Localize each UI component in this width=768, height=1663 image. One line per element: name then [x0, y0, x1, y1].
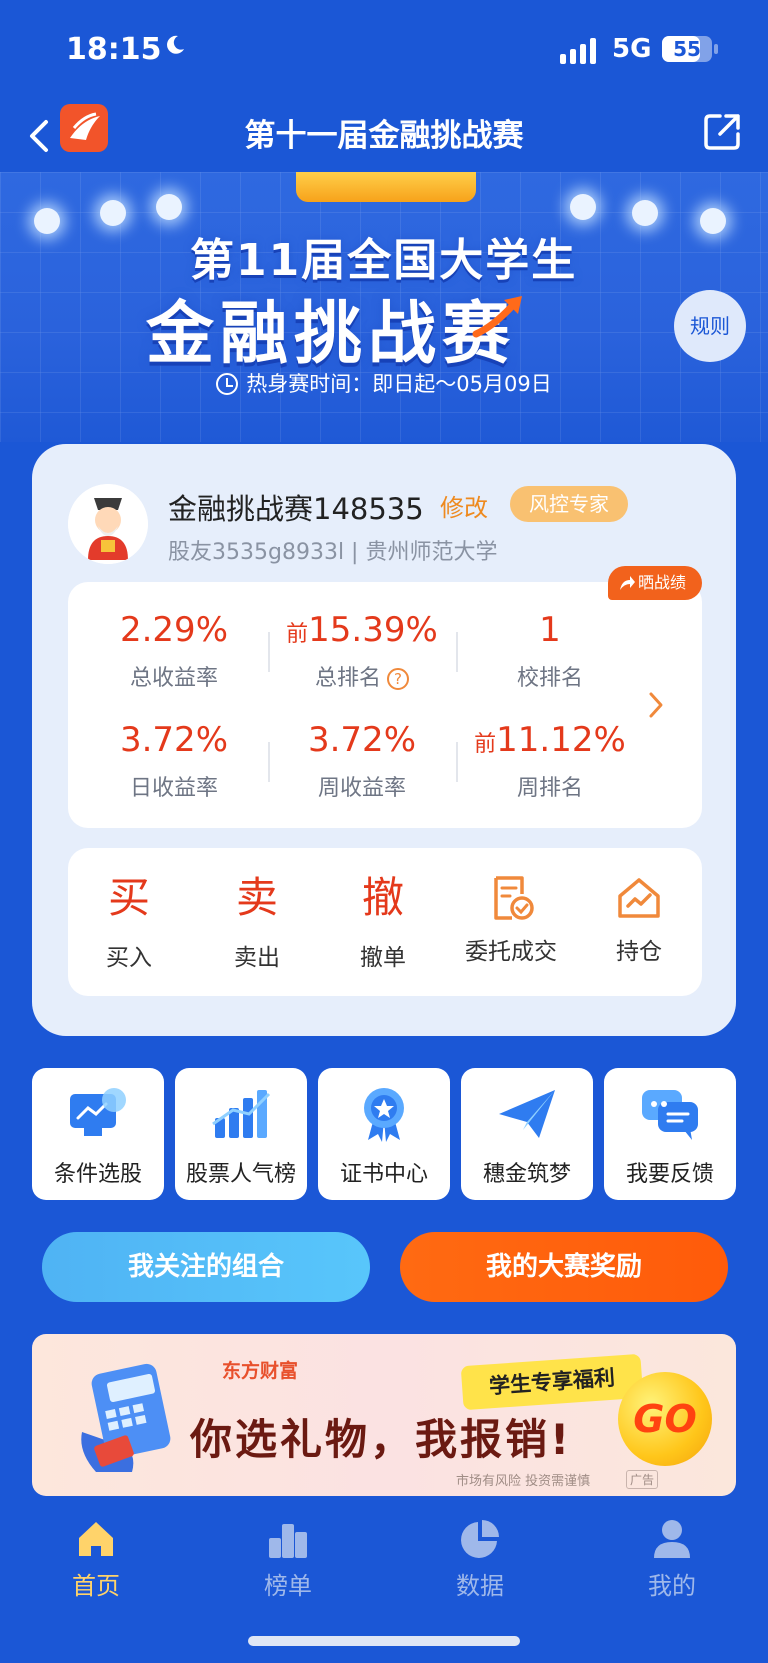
ad-go-button[interactable]: GO [618, 1372, 712, 1466]
status-time: 18:15 [66, 32, 162, 67]
school-rank-label: 校排名 [516, 666, 583, 691]
battery-level: 55 [673, 37, 701, 61]
tool-label: 证书中心 [339, 1162, 428, 1187]
chevron-right-icon[interactable] [648, 690, 664, 720]
house-chart-icon [618, 878, 660, 918]
signal-icon [560, 38, 596, 64]
holdings-button[interactable]: 持仓 [576, 870, 702, 966]
rising-arrow-icon [472, 296, 522, 338]
tool-feedback[interactable]: 我要反馈 [604, 1068, 736, 1200]
school-rank-value: 1 [539, 610, 561, 650]
tab-rankings[interactable]: 榜单 [228, 1518, 348, 1601]
chat-bubble-icon [642, 1090, 698, 1140]
orders-button[interactable]: 委托成交 [448, 870, 574, 966]
daily-return-label: 日收益率 [129, 776, 218, 801]
weekly-rank-number: 11.12% [496, 720, 626, 760]
ad-label: 广告 [626, 1470, 659, 1489]
weekly-rank-prefix: 前 [474, 732, 497, 757]
contest-rewards-button[interactable]: 我的大赛奖励 [400, 1232, 728, 1302]
username: 金融挑战赛148535 [168, 492, 424, 526]
app-logo-icon [60, 104, 108, 152]
fortune-god-avatar-icon [68, 484, 148, 564]
ad-disclaimer: 市场有风险 投资需谨慎 [456, 1474, 591, 1489]
user-icon [654, 1520, 690, 1558]
rules-button[interactable]: 规则 [674, 290, 746, 362]
tab-label: 首页 [72, 1572, 120, 1600]
total-rank-number: 15.39% [308, 610, 438, 650]
cancel-label: 撤单 [360, 945, 406, 971]
tool-label: 条件选股 [53, 1162, 142, 1187]
battery-icon: 55 [662, 36, 712, 62]
home-indicator [248, 1636, 520, 1646]
tab-label: 我的 [648, 1572, 696, 1600]
tool-label: 股票人气榜 [185, 1162, 296, 1187]
tab-label: 榜单 [264, 1572, 312, 1600]
edit-name-link[interactable]: 修改 [440, 488, 488, 523]
home-icon [79, 1522, 113, 1556]
sell-icon: 卖 [235, 873, 278, 922]
avatar[interactable] [68, 484, 148, 564]
tab-data[interactable]: 数据 [420, 1518, 540, 1601]
profile-subtitle: 股友3535g8933l | 贵州师范大学 [168, 540, 498, 565]
total-rank-label-row: 总排名? [268, 660, 456, 692]
total-return-label: 总收益率 [129, 666, 218, 691]
warmup-time: 热身赛时间：即日起～05月09日 [0, 368, 768, 398]
tab-mine[interactable]: 我的 [612, 1518, 732, 1601]
battery-cap [714, 44, 718, 54]
nav-bar: 第十一届金融挑战赛 [0, 100, 768, 172]
total-return-value: 2.29% [119, 610, 228, 650]
tab-label: 数据 [456, 1572, 504, 1600]
trophy-icon [296, 172, 476, 202]
share-icon[interactable] [700, 110, 744, 154]
ad-headline: 你选礼物，我报销! [190, 1415, 573, 1464]
medal-icon [364, 1088, 404, 1142]
tab-home[interactable]: 首页 [36, 1518, 156, 1601]
weekly-rank-label: 周排名 [516, 776, 583, 801]
status-bar: 18:15 5G 55 [0, 0, 768, 100]
network-type: 5G [612, 34, 652, 64]
podium-icon [269, 1524, 307, 1558]
weekly-rank-value: 前11.12% [456, 720, 644, 760]
hero-title-line2: 金融挑战赛 [146, 295, 517, 374]
hero-banner: 第11届全国大学生 金融挑战赛 规则 热身赛时间：即日起～05月09日 [0, 172, 768, 442]
ad-brand: 东方财富 [222, 1360, 299, 1382]
warmup-time-text: 热身赛时间：即日起～05月09日 [246, 372, 552, 396]
sell-label: 卖出 [234, 945, 280, 971]
buy-button[interactable]: 买 买入 [66, 870, 192, 972]
tool-stock-screener[interactable]: 条件选股 [32, 1068, 164, 1200]
total-rank-label: 总排名 [314, 666, 381, 691]
paper-plane-icon [499, 1090, 555, 1138]
tool-certificate-center[interactable]: 证书中心 [318, 1068, 450, 1200]
monitor-chart-icon [70, 1088, 126, 1136]
card-reader-icon [81, 1363, 171, 1472]
buy-label: 买入 [106, 945, 152, 971]
level-badge: 风控专家 [510, 486, 628, 522]
sell-button[interactable]: 卖 卖出 [194, 870, 320, 972]
followed-portfolios-button[interactable]: 我关注的组合 [42, 1232, 370, 1302]
bar-chart-icon [212, 1090, 271, 1138]
daily-return-value: 3.72% [119, 720, 228, 760]
tool-popularity-chart[interactable]: 股票人气榜 [175, 1068, 307, 1200]
help-icon[interactable]: ? [387, 668, 409, 690]
moon-icon [167, 35, 184, 54]
orders-label: 委托成交 [465, 939, 557, 965]
share-arrow-icon [620, 576, 635, 590]
tool-label: 穗金筑梦 [482, 1162, 571, 1187]
weekly-return-label: 周收益率 [317, 776, 406, 801]
promo-banner[interactable]: 东方财富 学生专享福利 你选礼物，我报销! GO 市场有风险 投资需谨慎 广告 [32, 1334, 736, 1496]
tool-dream-fund[interactable]: 穗金筑梦 [461, 1068, 593, 1200]
total-rank-value: 前15.39% [268, 610, 456, 650]
cancel-order-button[interactable]: 撤 撤单 [320, 870, 446, 972]
buy-icon: 买 [107, 873, 150, 922]
ad-tagline: 学生专享福利 [460, 1353, 644, 1411]
tool-label: 我要反馈 [625, 1162, 714, 1187]
clock-icon [216, 373, 239, 395]
holdings-label: 持仓 [616, 939, 662, 965]
total-rank-prefix: 前 [286, 622, 309, 647]
pie-chart-icon [461, 1520, 499, 1558]
weekly-return-value: 3.72% [307, 720, 416, 760]
cancel-icon: 撤 [361, 873, 404, 922]
document-check-icon [494, 876, 534, 920]
page-title: 第十一届金融挑战赛 [244, 118, 524, 154]
